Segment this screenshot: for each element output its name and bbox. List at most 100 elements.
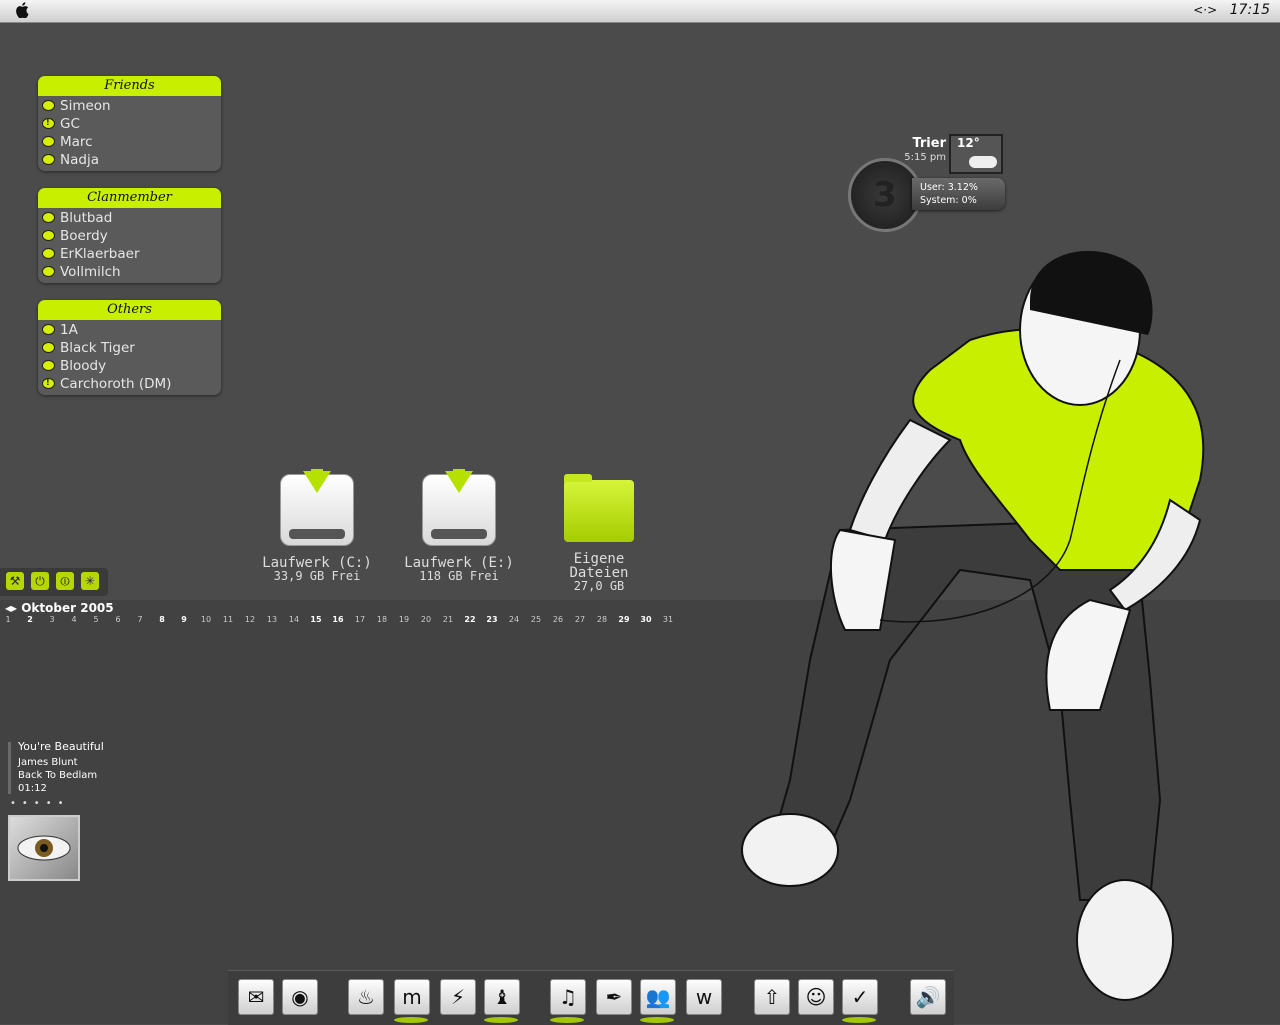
now-playing-widget[interactable]: You're Beautiful James Blunt Back To Bed… [8, 740, 104, 795]
buddy-item[interactable]: GC [38, 114, 221, 133]
weather-widget[interactable]: 12° [949, 134, 1003, 174]
buddy-name: Bloody [60, 358, 107, 374]
wrench-icon[interactable]: ⚒ [6, 572, 24, 590]
calendar-day[interactable]: 13 [265, 615, 279, 624]
drive-icon-item[interactable]: Laufwerk (E:) 118 GB Frei [404, 469, 514, 583]
calendar-day[interactable]: 3 [45, 615, 59, 624]
running-indicator [640, 1017, 674, 1023]
calendar-day[interactable]: 25 [529, 615, 543, 624]
buddy-name: Simeon [60, 98, 111, 114]
calendar-day[interactable]: 19 [397, 615, 411, 624]
buddy-group-clanmember: Clanmember Blutbad Boerdy ErKlaerbaer Vollmi… [38, 188, 221, 283]
album-art[interactable] [8, 815, 80, 881]
messenger-icon[interactable]: m [394, 979, 430, 1015]
cpu-user: User: 3.12% [920, 182, 978, 193]
calendar-day[interactable]: 22 [463, 615, 477, 624]
calendar-day[interactable]: 12 [243, 615, 257, 624]
power-icon[interactable]: ⏻ [31, 572, 49, 590]
calendar-day[interactable]: 26 [551, 615, 565, 624]
users-icon[interactable]: 👥 [640, 979, 676, 1015]
buddy-item[interactable]: Nadja [38, 151, 221, 169]
firefox-icon[interactable]: ◉ [282, 979, 318, 1015]
flame-icon[interactable]: ♨ [348, 979, 384, 1015]
chat-bubble-icon [42, 266, 55, 277]
calendar-day[interactable]: 14 [287, 615, 301, 624]
documents-folder[interactable]: Eigene Dateien 27,0 GB [544, 474, 654, 593]
dock: ✉ ◉ ♨ m ⚡ ♝ ♫ ✒ 👥 w ⇧ ☺ ✓ 🔊 [228, 970, 954, 1025]
menubar-clock[interactable]: 17:15 [1230, 2, 1270, 18]
calendar-day[interactable]: 31 [661, 615, 675, 624]
calendar-day[interactable]: 7 [133, 615, 147, 624]
buddy-item[interactable]: Carchoroth (DM) [38, 374, 221, 393]
calendar-day[interactable]: 16 [331, 615, 345, 624]
buddy-name: Blutbad [60, 210, 113, 226]
buddy-item[interactable]: Blutbad [38, 209, 221, 227]
calendar-nav-arrows[interactable]: ◂▸ [5, 601, 17, 615]
drive-label: Laufwerk (C:) [262, 555, 372, 571]
chat-bubble-icon [42, 324, 55, 335]
standby-icon[interactable]: ⏼ [56, 572, 74, 590]
drive-free-space: 33,9 GB Frei [273, 569, 361, 583]
calendar-day[interactable]: 17 [353, 615, 367, 624]
calendar-day[interactable]: 4 [67, 615, 81, 624]
apple-menu-icon[interactable] [16, 2, 30, 22]
buddy-item[interactable]: Simeon [38, 97, 221, 115]
calendar-day[interactable]: 6 [111, 615, 125, 624]
calendar-day[interactable]: 2 [23, 615, 37, 624]
drive-label: Laufwerk (E:) [404, 555, 514, 571]
word-icon[interactable]: w [686, 979, 722, 1015]
music-icon[interactable]: ♫ [550, 979, 586, 1015]
partly-cloudy-icon [969, 156, 997, 168]
tool-icon[interactable]: ♝ [484, 979, 520, 1015]
buddy-group-title[interactable]: Others [38, 300, 221, 320]
buddy-item[interactable]: 1A [38, 321, 221, 339]
network-icon[interactable]: <·> [1193, 3, 1217, 17]
cpu-gauge-clock[interactable]: 3 [848, 158, 922, 232]
chat-bubble-icon [42, 136, 55, 147]
buddy-item[interactable]: Boerdy [38, 227, 221, 245]
buddy-name: Vollmilch [60, 264, 121, 280]
drive-icon-item[interactable]: Laufwerk (C:) 33,9 GB Frei [262, 469, 372, 583]
upload-icon[interactable]: ⇧ [754, 979, 790, 1015]
nike-icon[interactable]: ✓ [842, 979, 878, 1015]
chat-bubble-icon [42, 100, 55, 111]
calendar-day[interactable]: 15 [309, 615, 323, 624]
drive-label: Eigene Dateien [569, 551, 629, 581]
feather-icon[interactable]: ✒ [596, 979, 632, 1015]
winamp-icon[interactable]: ⚡ [440, 979, 476, 1015]
rating-dots[interactable]: ••••• [10, 798, 70, 809]
buddy-item[interactable]: Vollmilch [38, 263, 221, 281]
calendar-day[interactable]: 23 [485, 615, 499, 624]
buddy-group-title[interactable]: Clanmember [38, 188, 221, 208]
menu-bar: <·> 17:15 [0, 0, 1280, 23]
hard-drive-icon [280, 469, 354, 546]
calendar-day[interactable]: 24 [507, 615, 521, 624]
calendar-day[interactable]: 20 [419, 615, 433, 624]
volume-icon[interactable]: 🔊 [910, 979, 946, 1015]
calendar-day[interactable]: 27 [573, 615, 587, 624]
now-playing-bar [8, 742, 11, 794]
buddy-item[interactable]: ErKlaerbaer [38, 245, 221, 263]
weather-time: 5:15 pm [904, 152, 946, 163]
calendar-day[interactable]: 11 [221, 615, 235, 624]
calendar-day[interactable]: 10 [199, 615, 213, 624]
restart-icon[interactable]: ✳ [81, 572, 99, 590]
weather-temperature: 12° [957, 136, 980, 150]
calendar-day[interactable]: 1 [1, 615, 15, 624]
calendar-day[interactable]: 18 [375, 615, 389, 624]
calendar-day[interactable]: 28 [595, 615, 609, 624]
calendar-day[interactable]: 21 [441, 615, 455, 624]
calendar-day[interactable]: 8 [155, 615, 169, 624]
buddy-group-title[interactable]: Friends [38, 76, 221, 96]
mail-icon[interactable]: ✉ [238, 979, 274, 1015]
finder-icon[interactable]: ☺ [798, 979, 834, 1015]
folder-icon [564, 474, 634, 542]
buddy-item[interactable]: Black Tiger [38, 339, 221, 357]
buddy-item[interactable]: Marc [38, 133, 221, 151]
calendar-day[interactable]: 9 [177, 615, 191, 624]
calendar-day[interactable]: 29 [617, 615, 631, 624]
calendar-day[interactable]: 30 [639, 615, 653, 624]
calendar-day[interactable]: 5 [89, 615, 103, 624]
buddy-group-others: Others 1A Black Tiger Bloody Carchoroth (DM) [38, 300, 221, 395]
buddy-item[interactable]: Bloody [38, 357, 221, 375]
